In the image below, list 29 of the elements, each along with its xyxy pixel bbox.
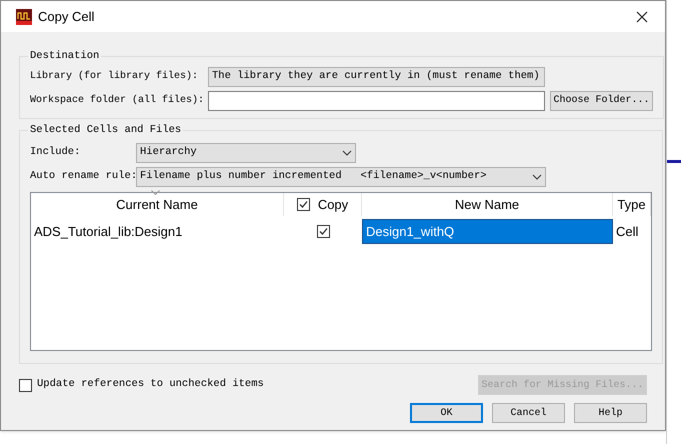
table-cell[interactable]: Design1_withQ (362, 218, 613, 244)
group-title: Destination (29, 49, 100, 64)
library-dropdown[interactable]: The library they are currently in (must rename them) (208, 66, 545, 87)
field-label: Include: (30, 144, 82, 160)
field-label: Library (for library files): (30, 70, 200, 84)
input-field[interactable] (208, 90, 545, 111)
field-label: Auto rename rule: (30, 168, 136, 184)
checkbox[interactable] (19, 378, 32, 392)
rename-rule-dropdown[interactable]: Filename plus number incremented <filename>_v<number> (136, 166, 546, 187)
column-header[interactable]: New Name (362, 192, 613, 216)
table-cell-text: ADS_Tutorial_lib:Design1 (33, 222, 184, 241)
app-logo-icon (16, 8, 32, 24)
column-header[interactable]: Type (613, 192, 651, 216)
dialog-button[interactable]: OK (410, 403, 483, 423)
group-title: Selected Cells and Files (29, 123, 182, 138)
column-header[interactable]: Copy (284, 192, 362, 216)
checkbox[interactable] (296, 198, 310, 211)
close-icon[interactable] (636, 10, 648, 22)
checkbox-label: Update references to unchecked items (37, 377, 264, 392)
field-label: Workspace folder (all files): (30, 94, 203, 108)
table-cell-text: Cell (615, 222, 640, 240)
table-row[interactable]: ADS_Tutorial_lib:Design1 Design1_withQ Cell (31, 218, 651, 244)
column-header[interactable]: Current Name (31, 192, 284, 216)
choose-folder-button[interactable]: Choose Folder... (550, 90, 653, 111)
window-title: Copy Cell (38, 8, 94, 26)
dialog-button[interactable]: Help (574, 403, 647, 423)
include-dropdown[interactable]: Hierarchy (136, 142, 356, 163)
dialog-button[interactable]: Cancel (492, 403, 565, 423)
checkbox[interactable] (316, 224, 330, 238)
